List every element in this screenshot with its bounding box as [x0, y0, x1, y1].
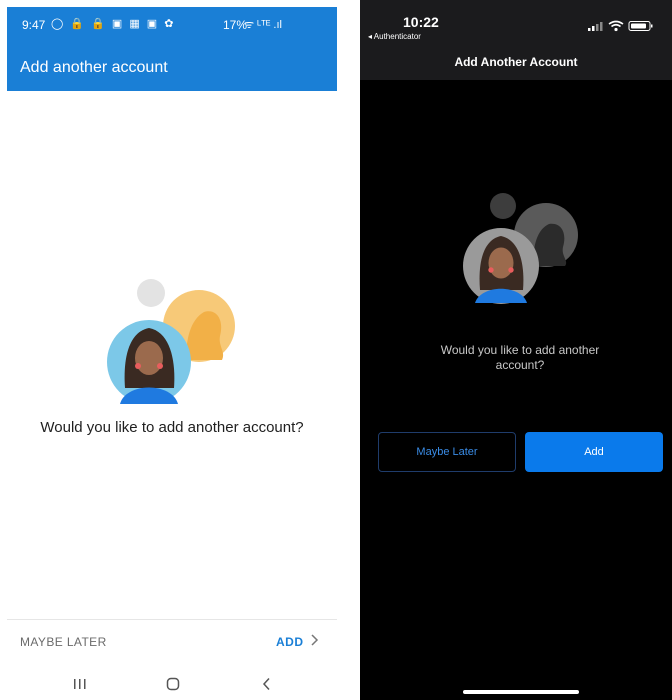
notification-icons: ◯ 🔒 🔒 ▣ ▦ ▣ ✿ — [51, 18, 176, 30]
signal-icon — [588, 22, 603, 31]
home-indicator[interactable] — [463, 690, 579, 694]
add-button[interactable]: Add — [525, 432, 663, 472]
status-time: 9:47 — [22, 18, 46, 32]
app-bar: Add another account — [7, 45, 337, 91]
avatar-face — [488, 247, 514, 279]
small-circle-icon — [490, 193, 516, 219]
avatar-earring-right — [508, 267, 514, 273]
page-title: Add another account — [20, 59, 168, 76]
avatar-earring-left — [135, 363, 141, 369]
maybe-later-button[interactable]: MAYBE LATER — [20, 635, 107, 649]
ios-screen: 10:22 ◂ Authenticator Add Another Accoun… — [360, 0, 672, 700]
add-account-question: Would you like to add another account? — [440, 343, 600, 372]
user-avatars-illustration — [107, 279, 235, 404]
avatar-face — [135, 341, 163, 375]
status-time: 10:22 — [403, 14, 439, 30]
home-icon[interactable] — [166, 677, 180, 691]
add-button-label: ADD — [276, 635, 304, 649]
back-to-app-link[interactable]: ◂ Authenticator — [368, 32, 421, 41]
avatar-earring-left — [488, 267, 494, 273]
divider — [7, 619, 337, 620]
avatar-earring-right — [157, 363, 163, 369]
battery-level: 17% — [223, 18, 248, 32]
small-circle-icon — [137, 279, 165, 307]
status-bar: 9:47 ◯ 🔒 🔒 ▣ ▦ ▣ ✿ ᯤ ᴸᵀᴱ .ıl 17% — [7, 7, 337, 45]
chevron-right-icon — [311, 634, 319, 646]
maybe-later-button[interactable]: Maybe Later — [378, 432, 516, 472]
signal-icons: ᯤ ᴸᵀᴱ .ıl — [244, 19, 282, 31]
android-screen: 9:47 ◯ 🔒 🔒 ▣ ▦ ▣ ✿ ᯤ ᴸᵀᴱ .ıl 17% Add ano… — [7, 7, 337, 700]
add-account-question: Would you like to add another account? — [40, 419, 304, 436]
battery-icon — [628, 21, 653, 31]
android-nav-bar — [7, 671, 337, 700]
status-icons — [588, 20, 653, 32]
user-avatars-illustration — [463, 193, 578, 304]
back-icon[interactable] — [260, 677, 274, 691]
page-title: Add Another Account — [454, 55, 578, 69]
recent-apps-icon[interactable] — [73, 677, 87, 691]
ios-header: 10:22 ◂ Authenticator Add Another Accoun… — [360, 0, 672, 80]
add-button[interactable]: ADD — [276, 633, 319, 651]
wifi-icon — [608, 20, 624, 32]
